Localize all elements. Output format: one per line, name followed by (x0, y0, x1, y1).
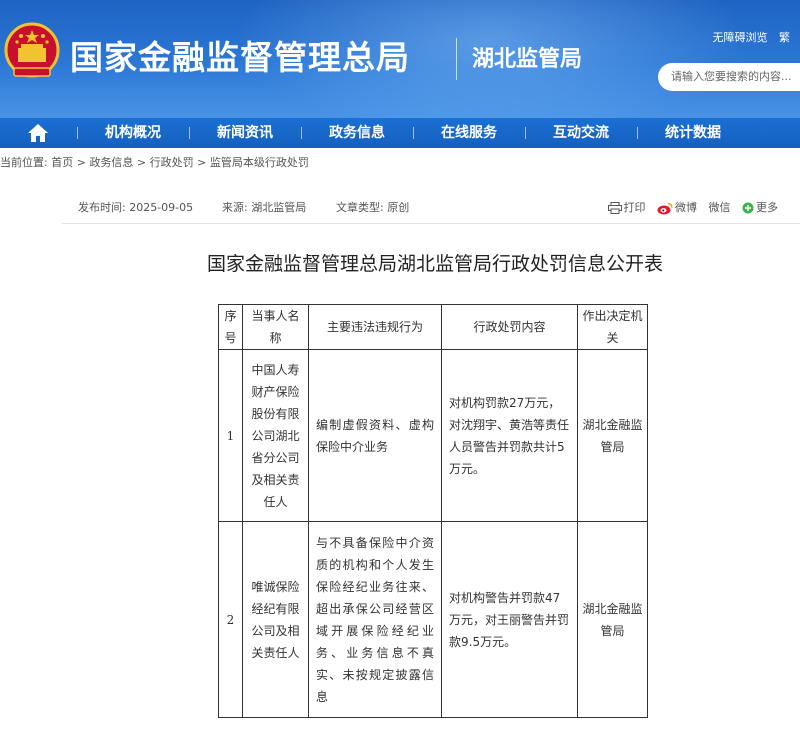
breadcrumb-separator: > (133, 156, 150, 169)
breadcrumb-separator: > (193, 156, 210, 169)
site-header: 国家金融监督管理总局 湖北监管局 无障碍浏览 繁 请输入您要搜索的内容... (0, 0, 800, 118)
cell-penalty: 对机构罚款27万元，对沈翔宇、黄浩等责任人员警告并罚款共计5万元。 (441, 349, 578, 522)
national-emblem-icon (4, 22, 60, 78)
traditional-chinese-link[interactable]: 繁 (779, 31, 790, 44)
breadcrumb-xingzheng[interactable]: 行政处罚 (150, 156, 194, 169)
share-tools: 打印 微博 微信 更多 (600, 198, 778, 218)
nav-item-jigou[interactable]: 机构概况 (88, 118, 178, 148)
breadcrumb-home[interactable]: 首页 (51, 156, 73, 169)
nav-separator (189, 127, 190, 139)
header-no: 序号 (218, 304, 243, 350)
site-title[interactable]: 国家金融监督管理总局 (70, 34, 410, 82)
cell-no: 1 (218, 349, 243, 522)
meta-divider (62, 223, 800, 224)
nav-item-xinwen[interactable]: 新闻资讯 (200, 118, 290, 148)
nav-item-hudong[interactable]: 互动交流 (536, 118, 626, 148)
breadcrumb-separator: > (73, 156, 90, 169)
wechat-share-button[interactable]: 微信 (709, 198, 731, 218)
article-source: 来源: 湖北监管局 (222, 201, 307, 214)
breadcrumb: 当前位置: 首页 > 政务信息 > 行政处罚 > 监管局本级行政处罚 (0, 154, 309, 172)
nav-separator (637, 127, 638, 139)
cell-violation: 与不具备保险中介资质的机构和个人发生保险经纪业务往来、超出承保公司经营区域开展保… (308, 521, 442, 718)
breadcrumb-current[interactable]: 监管局本级行政处罚 (210, 156, 309, 169)
print-button[interactable]: 打印 (607, 198, 646, 218)
breadcrumb-zhengwu[interactable]: 政务信息 (89, 156, 133, 169)
header-party: 当事人名称 (242, 304, 309, 350)
plus-circle-icon (742, 202, 754, 214)
cell-party: 唯诚保险经纪有限公司及相关责任人 (242, 521, 309, 718)
top-links: 无障碍浏览 繁 (705, 29, 791, 45)
cell-authority: 湖北金融监管局 (577, 521, 648, 718)
cell-penalty: 对机构警告并罚款47万元，对王丽警告并罚款9.5万元。 (441, 521, 578, 718)
weibo-share-button[interactable]: 微博 (657, 198, 697, 218)
article-title: 国家金融监督管理总局湖北监管局行政处罚信息公开表 (206, 253, 663, 275)
cell-authority: 湖北金融监管局 (577, 349, 648, 522)
nav-item-tongji[interactable]: 统计数据 (648, 118, 738, 148)
table-header-row: 序号 当事人名称 主要违法违规行为 行政处罚内容 作出决定机关 (218, 304, 648, 350)
cell-party: 中国人寿财产保险股份有限公司湖北省分公司及相关责任人 (242, 349, 309, 522)
nav-separator (301, 127, 302, 139)
title-divider (456, 38, 457, 80)
printer-icon (607, 202, 622, 214)
article-meta: 发布时间: 2025-09-05 来源: 湖北监管局 文章类型: 原创 打印 微… (78, 198, 778, 218)
nav-separator (525, 127, 526, 139)
breadcrumb-label: 当前位置: (0, 156, 48, 169)
nav-item-zhengwu[interactable]: 政务信息 (312, 118, 402, 148)
weibo-label: 微博 (675, 201, 697, 214)
main-nav: 机构概况 新闻资讯 政务信息 在线服务 互动交流 统计数据 (0, 118, 800, 148)
cell-no: 2 (218, 521, 243, 718)
more-share-button[interactable]: 更多 (742, 198, 778, 218)
wechat-label: 微信 (708, 201, 731, 214)
print-label: 打印 (623, 201, 646, 214)
home-icon[interactable] (27, 123, 49, 143)
header-violation: 主要违法违规行为 (308, 304, 442, 350)
search-input[interactable]: 请输入您要搜索的内容... (658, 63, 800, 91)
nav-item-fuwu[interactable]: 在线服务 (424, 118, 514, 148)
header-penalty: 行政处罚内容 (441, 304, 578, 350)
penalty-table: 序号 当事人名称 主要违法违规行为 行政处罚内容 作出决定机关 1 中国人寿财产… (218, 304, 648, 718)
accessibility-link[interactable]: 无障碍浏览 (713, 31, 768, 44)
weibo-icon (657, 202, 673, 214)
cell-violation: 编制虚假资料、虚构保险中介业务 (308, 349, 442, 522)
nav-separator (413, 127, 414, 139)
nav-separator (77, 127, 78, 139)
table-row: 1 中国人寿财产保险股份有限公司湖北省分公司及相关责任人 编制虚假资料、虚构保险… (218, 349, 648, 522)
more-label: 更多 (756, 201, 778, 214)
table-row: 2 唯诚保险经纪有限公司及相关责任人 与不具备保险中介资质的机构和个人发生保险经… (218, 521, 648, 718)
publish-time: 发布时间: 2025-09-05 (78, 201, 194, 214)
site-subtitle[interactable]: 湖北监管局 (472, 44, 582, 76)
header-authority: 作出决定机关 (577, 304, 648, 350)
article-type: 文章类型: 原创 (336, 201, 410, 214)
